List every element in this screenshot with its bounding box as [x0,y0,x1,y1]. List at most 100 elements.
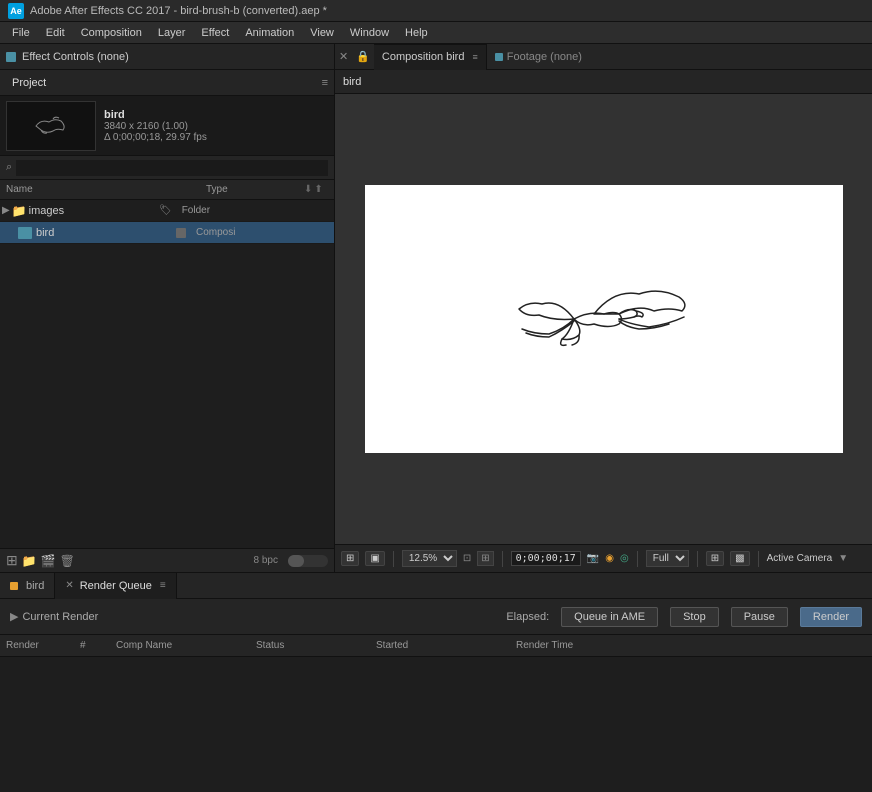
bird-tab-label: bird [343,76,361,88]
file-list-header: Name Type ⬇ ⬆ [0,180,334,200]
zoom-select[interactable]: 12.5% [402,550,457,567]
folder-name: images [27,205,155,217]
col-render-time: Render Time [510,640,872,651]
active-camera-label: Active Camera [767,553,833,564]
menu-composition[interactable]: Composition [73,22,150,44]
viewer-controls: ⊞ ▣ 12.5% ⊡ ⊞ 0;00;00;17 📷 ◉ ◎ Full ⊞ ▩ … [335,544,872,572]
bottom-panel: bird ✕ Render Queue ≡ ▶ Current Render E… [0,572,872,792]
title-bar: Ae Adobe After Effects CC 2017 - bird-br… [0,0,872,22]
elapsed-label-text: Elapsed: [506,611,549,623]
thumbnail-image [6,101,96,151]
separator-2 [502,551,503,567]
effect-controls-panel: Effect Controls (none) [0,44,334,70]
close-panel-icon[interactable]: ✕ [335,50,352,63]
delete-icon-btn[interactable]: 🗑 [60,554,75,568]
project-item-name: bird [104,109,207,121]
comp-tab-menu-icon[interactable]: ≡ [472,52,477,62]
transparency-btn[interactable]: ▩ [730,551,749,566]
col-num: # [80,640,110,651]
project-expand-icon[interactable]: ≡ [322,77,328,89]
effect-controls-label: Effect Controls (none) [22,51,129,63]
menu-help[interactable]: Help [397,22,436,44]
center-right-panel: ✕ 🔒 Composition bird ≡ Footage (none) bi… [335,44,872,572]
project-item-resolution: 3840 x 2160 (1.00) [104,121,207,132]
comp-tab-label: Composition bird [382,51,465,63]
col-comp-name: Comp Name [110,640,250,651]
list-item[interactable]: ▶ 📁 images 🏷 Folder [0,200,334,222]
zoom-icon[interactable]: ⊞ [477,551,493,566]
tab-rq-close[interactable]: ✕ [65,580,73,591]
render-queue-content: ▶ Current Render Elapsed: Queue in AME S… [0,599,872,792]
composition-canvas [365,185,843,453]
tab-bird-label: bird [26,580,44,592]
separator-3 [637,551,638,567]
menu-file[interactable]: File [4,22,38,44]
folder-tag-icon: 🏷 [159,205,172,216]
footage-tab[interactable]: Footage (none) [487,44,590,70]
comp-type: Composi [190,227,334,238]
render-table-body [0,657,872,792]
effect-controls-dot [6,52,16,62]
col-header-name: Name [0,184,180,195]
current-render-section: ▶ Current Render [10,610,98,623]
search-bar: ⌕ [0,156,334,180]
menu-bar: File Edit Composition Layer Effect Anima… [0,22,872,44]
comp-icon [18,227,32,239]
timeline-tabs: bird ✕ Render Queue ≡ [0,573,872,599]
zoom-fit-icon[interactable]: ⊡ [463,553,471,564]
folder-icon: 📁 [12,204,27,218]
composition-icon-btn[interactable]: 🎬 [41,554,56,568]
render-btn[interactable]: Render [800,607,862,627]
footage-label: Footage (none) [507,51,582,63]
fast-preview-btn[interactable]: ⊞ [706,551,724,566]
expand-arrow-icon: ▶ [2,205,10,216]
queue-in-ame-btn[interactable]: Queue in AME [561,607,658,627]
project-item-duration: Δ 0;00;00;18, 29.97 fps [104,132,207,143]
new-item-icon[interactable]: ⊞ [6,552,18,569]
comp-name: bird [36,227,168,239]
camera-icon[interactable]: 📷 [587,553,599,564]
comp-type-icon [176,228,186,238]
col-header-type: Type [200,184,304,195]
composition-tab[interactable]: Composition bird ≡ [374,44,487,70]
project-tab[interactable]: Project [6,75,52,91]
menu-animation[interactable]: Animation [237,22,302,44]
color-mode-slider[interactable] [288,555,328,567]
tab-rq-label: Render Queue [80,580,152,592]
bird-sketch [454,239,754,399]
tab-bird-dot [10,582,18,590]
color-picker-icon[interactable]: ◉ [605,553,614,564]
menu-window[interactable]: Window [342,22,397,44]
timecode-display[interactable]: 0;00;00;17 [511,551,581,566]
viewer-region-btn[interactable]: ⊞ [341,551,359,566]
left-panel: Effect Controls (none) Project ≡ [0,44,335,572]
color-wheel-icon[interactable]: ◎ [620,553,629,564]
menu-layer[interactable]: Layer [150,22,194,44]
render-controls-bar: ▶ Current Render Elapsed: Queue in AME S… [0,599,872,635]
folder-icon-btn[interactable]: 📁 [22,554,37,568]
menu-effect[interactable]: Effect [193,22,237,44]
search-input[interactable] [16,160,328,176]
menu-edit[interactable]: Edit [38,22,73,44]
thumbnail-info: bird 3840 x 2160 (1.00) Δ 0;00;00;18, 29… [104,109,207,143]
tab-render-queue[interactable]: ✕ Render Queue ≡ [55,573,176,599]
project-panel-header: Project ≡ [0,70,334,96]
comp-viewer: bird [335,70,872,544]
stop-btn[interactable]: Stop [670,607,719,627]
title-text: Adobe After Effects CC 2017 - bird-brush… [30,5,327,17]
viewer-grid-btn[interactable]: ▣ [365,551,384,566]
bpc-indicator[interactable]: 8 bpc [254,555,278,566]
separator-4 [697,551,698,567]
tab-rq-menu-icon[interactable]: ≡ [160,580,166,591]
lock-icon[interactable]: 🔒 [352,50,374,63]
separator-5 [758,551,759,567]
current-render-arrow[interactable]: ▶ [10,610,18,623]
pause-btn[interactable]: Pause [731,607,788,627]
camera-dropdown-icon[interactable]: ▼ [838,553,848,564]
thumbnail-area: bird 3840 x 2160 (1.00) Δ 0;00;00;18, 29… [0,96,334,156]
current-render-label: Current Render [22,611,98,623]
list-item[interactable]: bird Composi [0,222,334,244]
menu-view[interactable]: View [302,22,342,44]
tab-bird[interactable]: bird [0,573,55,599]
quality-select[interactable]: Full [646,550,689,567]
